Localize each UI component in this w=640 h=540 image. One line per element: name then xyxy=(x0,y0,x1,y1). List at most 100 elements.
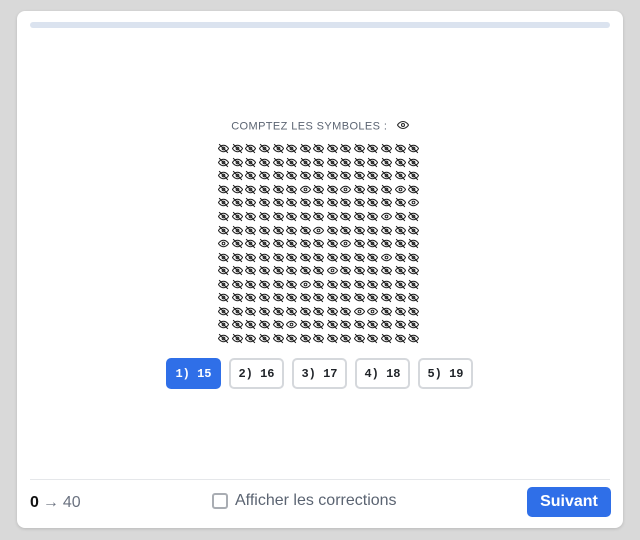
eye-slash-icon xyxy=(285,264,299,278)
eye-slash-icon xyxy=(380,318,394,332)
eye-slash-icon xyxy=(312,196,326,210)
eye-slash-icon xyxy=(393,305,407,319)
eye-slash-icon xyxy=(326,223,340,237)
eye-slash-icon xyxy=(353,332,367,346)
eye-slash-icon xyxy=(285,237,299,251)
eye-slash-icon xyxy=(298,305,312,319)
eye-slash-icon xyxy=(393,156,407,170)
eye-slash-icon xyxy=(407,305,421,319)
eye-slash-icon xyxy=(285,277,299,291)
eye-slash-icon xyxy=(298,291,312,305)
eye-slash-icon xyxy=(258,169,272,183)
eye-slash-icon xyxy=(244,277,258,291)
eye-slash-icon xyxy=(244,237,258,251)
eye-slash-icon xyxy=(244,223,258,237)
eye-slash-icon xyxy=(312,318,326,332)
eye-slash-icon xyxy=(312,250,326,264)
eye-icon xyxy=(339,183,353,197)
eye-icon xyxy=(353,305,367,319)
eye-slash-icon xyxy=(380,196,394,210)
eye-slash-icon xyxy=(217,156,231,170)
eye-slash-icon xyxy=(298,223,312,237)
eye-slash-icon xyxy=(353,196,367,210)
eye-slash-icon xyxy=(339,332,353,346)
answer-options: 1) 15 2) 16 3) 17 4) 18 5) 19 xyxy=(166,358,473,389)
eye-slash-icon xyxy=(231,318,245,332)
eye-slash-icon xyxy=(380,142,394,156)
eye-slash-icon xyxy=(326,210,340,224)
score-current: 0 xyxy=(30,494,39,511)
eye-icon xyxy=(285,318,299,332)
eye-slash-icon xyxy=(339,277,353,291)
corrections-checkbox[interactable] xyxy=(212,493,228,509)
eye-slash-icon xyxy=(258,183,272,197)
eye-slash-icon xyxy=(285,332,299,346)
eye-slash-icon xyxy=(298,318,312,332)
eye-slash-icon xyxy=(231,223,245,237)
eye-slash-icon xyxy=(366,210,380,224)
show-corrections-toggle[interactable]: Afficher les corrections xyxy=(212,492,397,510)
eye-slash-icon xyxy=(366,318,380,332)
eye-slash-icon xyxy=(353,183,367,197)
answer-option-2[interactable]: 2) 16 xyxy=(229,358,284,389)
eye-slash-icon xyxy=(244,318,258,332)
eye-slash-icon xyxy=(380,291,394,305)
eye-slash-icon xyxy=(271,169,285,183)
eye-slash-icon xyxy=(366,291,380,305)
answer-option-5[interactable]: 5) 19 xyxy=(418,358,473,389)
eye-slash-icon xyxy=(244,305,258,319)
eye-slash-icon xyxy=(393,264,407,278)
next-button[interactable]: Suivant xyxy=(527,487,611,517)
eye-slash-icon xyxy=(298,250,312,264)
answer-option-4[interactable]: 4) 18 xyxy=(355,358,410,389)
eye-slash-icon xyxy=(244,156,258,170)
progress-bar xyxy=(30,22,610,28)
eye-slash-icon xyxy=(339,264,353,278)
eye-slash-icon xyxy=(298,142,312,156)
eye-slash-icon xyxy=(298,264,312,278)
eye-icon xyxy=(380,210,394,224)
eye-slash-icon xyxy=(366,142,380,156)
eye-slash-icon xyxy=(271,277,285,291)
eye-slash-icon xyxy=(258,318,272,332)
eye-slash-icon xyxy=(217,142,231,156)
eye-slash-icon xyxy=(271,156,285,170)
eye-slash-icon xyxy=(326,250,340,264)
eye-slash-icon xyxy=(217,169,231,183)
eye-slash-icon xyxy=(217,196,231,210)
eye-slash-icon xyxy=(285,291,299,305)
eye-slash-icon xyxy=(271,142,285,156)
eye-slash-icon xyxy=(326,196,340,210)
eye-slash-icon xyxy=(380,305,394,319)
eye-slash-icon xyxy=(326,237,340,251)
eye-slash-icon xyxy=(231,277,245,291)
eye-slash-icon xyxy=(353,210,367,224)
answer-option-3[interactable]: 3) 17 xyxy=(292,358,347,389)
corrections-label: Afficher les corrections xyxy=(235,492,397,509)
eye-slash-icon xyxy=(326,277,340,291)
eye-slash-icon xyxy=(380,332,394,346)
eye-slash-icon xyxy=(231,169,245,183)
eye-slash-icon xyxy=(258,250,272,264)
eye-slash-icon xyxy=(407,318,421,332)
eye-slash-icon xyxy=(244,196,258,210)
answer-option-1[interactable]: 1) 15 xyxy=(166,358,221,389)
eye-slash-icon xyxy=(380,183,394,197)
eye-slash-icon xyxy=(326,156,340,170)
eye-slash-icon xyxy=(271,291,285,305)
eye-slash-icon xyxy=(231,183,245,197)
eye-slash-icon xyxy=(326,169,340,183)
eye-icon xyxy=(380,250,394,264)
eye-slash-icon xyxy=(231,196,245,210)
eye-slash-icon xyxy=(244,264,258,278)
eye-slash-icon xyxy=(217,305,231,319)
eye-slash-icon xyxy=(285,250,299,264)
eye-slash-icon xyxy=(312,277,326,291)
eye-slash-icon xyxy=(285,156,299,170)
eye-slash-icon xyxy=(258,291,272,305)
eye-slash-icon xyxy=(326,183,340,197)
eye-slash-icon xyxy=(393,223,407,237)
eye-slash-icon xyxy=(231,305,245,319)
eye-slash-icon xyxy=(326,305,340,319)
eye-slash-icon xyxy=(231,264,245,278)
